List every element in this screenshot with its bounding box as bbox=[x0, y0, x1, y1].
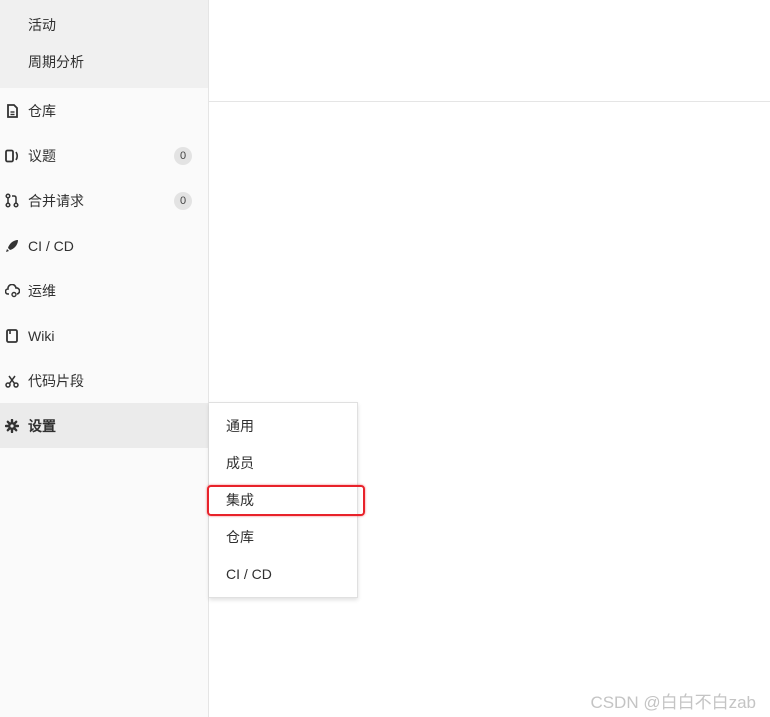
flyout-item-ci-cd[interactable]: CI / CD bbox=[226, 563, 272, 585]
sidebar-item-settings[interactable]: 设置 bbox=[0, 403, 208, 448]
merge-request-icon bbox=[4, 193, 20, 209]
scissors-icon bbox=[4, 373, 20, 389]
merge-requests-count-badge: 0 bbox=[174, 191, 192, 210]
sidebar-item-label: 合并请求 bbox=[28, 192, 84, 209]
sidebar-item-wiki[interactable]: Wiki bbox=[0, 313, 208, 358]
annotation-highlight-box bbox=[207, 485, 365, 516]
watermark: CSDN @白白不白zab bbox=[590, 693, 756, 712]
sidebar-item-label: CI / CD bbox=[28, 237, 74, 254]
rocket-icon bbox=[4, 238, 20, 254]
gear-icon bbox=[4, 418, 20, 434]
sidebar-item-ci-cd[interactable]: CI / CD bbox=[0, 223, 208, 268]
cloud-gear-icon bbox=[4, 283, 20, 299]
sidebar-item-merge-requests[interactable]: 合并请求 0 bbox=[0, 178, 208, 223]
issues-count-badge: 0 bbox=[174, 146, 192, 165]
header-divider bbox=[209, 101, 770, 102]
sidebar-item-label: 议题 bbox=[28, 147, 56, 164]
flyout-item-general[interactable]: 通用 bbox=[226, 415, 254, 437]
subnav-item-cycle-analytics[interactable]: 周期分析 bbox=[28, 50, 84, 74]
sidebar-item-label: Wiki bbox=[28, 327, 55, 344]
sidebar-item-label: 运维 bbox=[28, 282, 56, 299]
sidebar-item-label: 设置 bbox=[28, 417, 56, 434]
flyout-item-members[interactable]: 成员 bbox=[226, 452, 254, 474]
sidebar-subnav: 活动 周期分析 bbox=[0, 0, 208, 88]
issues-icon bbox=[4, 148, 20, 164]
subnav-item-activity[interactable]: 活动 bbox=[28, 13, 56, 37]
flyout-item-repository[interactable]: 仓库 bbox=[226, 526, 254, 548]
repository-icon bbox=[4, 103, 20, 119]
sidebar-item-issues[interactable]: 议题 0 bbox=[0, 133, 208, 178]
sidebar-item-label: 代码片段 bbox=[28, 372, 84, 389]
sidebar: 活动 周期分析 仓库 议题 0 合并请求 0 CI / CD 运维 Wiki 代… bbox=[0, 0, 209, 717]
sidebar-item-operations[interactable]: 运维 bbox=[0, 268, 208, 313]
sidebar-item-repository[interactable]: 仓库 bbox=[0, 88, 208, 133]
sidebar-item-snippets[interactable]: 代码片段 bbox=[0, 358, 208, 403]
sidebar-item-label: 仓库 bbox=[28, 102, 56, 119]
book-icon bbox=[4, 328, 20, 344]
